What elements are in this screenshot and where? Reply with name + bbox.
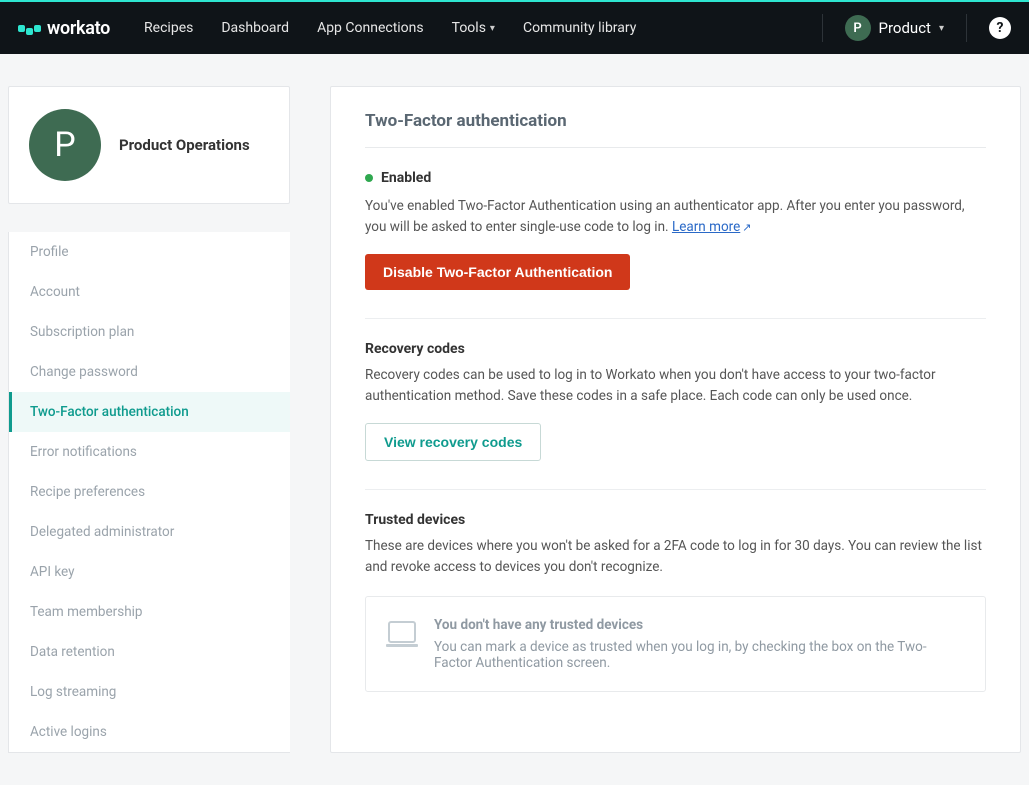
help-icon[interactable]: ?: [989, 17, 1011, 39]
nav-dashboard[interactable]: Dashboard: [221, 20, 289, 36]
profile-card: P Product Operations: [8, 86, 290, 204]
settings-sidebar: Profile Account Subscription plan Change…: [8, 232, 290, 753]
nav-tools[interactable]: Tools ▾: [452, 20, 495, 36]
external-link-icon: ↗: [742, 221, 751, 234]
recovery-heading: Recovery codes: [365, 341, 986, 357]
chevron-down-icon: ▾: [939, 23, 944, 34]
nav-recipes[interactable]: Recipes: [144, 20, 193, 36]
profile-title: Product Operations: [119, 136, 250, 154]
device-icon: [388, 621, 416, 643]
sidebar-item-recipe-preferences[interactable]: Recipe preferences: [9, 472, 290, 512]
user-name: Product: [879, 19, 931, 37]
sidebar-item-error-notifications[interactable]: Error notifications: [9, 432, 290, 472]
logo-mark-icon: [18, 25, 41, 32]
sidebar-item-profile[interactable]: Profile: [9, 232, 290, 272]
sidebar-item-2fa[interactable]: Two-Factor authentication: [9, 392, 290, 432]
sidebar-item-active-logins[interactable]: Active logins: [9, 712, 290, 752]
trusted-section: Trusted devices These are devices where …: [365, 490, 986, 692]
nav-app-connections[interactable]: App Connections: [317, 20, 424, 36]
brand-logo[interactable]: workato: [18, 18, 110, 39]
recovery-text: Recovery codes can be used to log in to …: [365, 365, 986, 407]
trusted-heading: Trusted devices: [365, 512, 986, 528]
sidebar-item-team-membership[interactable]: Team membership: [9, 592, 290, 632]
trusted-empty-state: You don't have any trusted devices You c…: [365, 596, 986, 692]
user-menu[interactable]: P Product ▾: [845, 15, 944, 41]
page-title: Two-Factor authentication: [365, 111, 986, 148]
recovery-section: Recovery codes Recovery codes can be use…: [365, 319, 986, 490]
trusted-empty-text: You can mark a device as trusted when yo…: [434, 639, 963, 671]
status-label: Enabled: [381, 170, 431, 186]
main-panel: Two-Factor authentication Enabled You've…: [330, 86, 1021, 753]
status-description-text: You've enabled Two-Factor Authentication…: [365, 198, 965, 235]
chevron-down-icon: ▾: [490, 23, 495, 34]
sidebar-item-log-streaming[interactable]: Log streaming: [9, 672, 290, 712]
sidebar-item-delegated-admin[interactable]: Delegated administrator: [9, 512, 290, 552]
user-avatar-small: P: [845, 15, 871, 41]
brand-name: workato: [47, 18, 110, 39]
status-description: You've enabled Two-Factor Authentication…: [365, 196, 986, 238]
sidebar-item-account[interactable]: Account: [9, 272, 290, 312]
nav-tools-label: Tools: [452, 20, 486, 36]
profile-avatar: P: [29, 109, 101, 181]
sidebar-item-api-key[interactable]: API key: [9, 552, 290, 592]
sidebar-item-change-password[interactable]: Change password: [9, 352, 290, 392]
trusted-text: These are devices where you won't be ask…: [365, 536, 986, 578]
learn-more-link[interactable]: Learn more: [672, 219, 740, 235]
view-recovery-codes-button[interactable]: View recovery codes: [365, 423, 541, 461]
sidebar-item-subscription[interactable]: Subscription plan: [9, 312, 290, 352]
disable-2fa-button[interactable]: Disable Two-Factor Authentication: [365, 254, 630, 290]
trusted-empty-title: You don't have any trusted devices: [434, 617, 963, 633]
sidebar-item-data-retention[interactable]: Data retention: [9, 632, 290, 672]
nav-links: Recipes Dashboard App Connections Tools …: [144, 20, 636, 36]
nav-community-library[interactable]: Community library: [523, 20, 636, 36]
status-section: Enabled You've enabled Two-Factor Authen…: [365, 148, 986, 319]
top-navbar: workato Recipes Dashboard App Connection…: [0, 2, 1029, 54]
status-dot-icon: [365, 174, 373, 182]
